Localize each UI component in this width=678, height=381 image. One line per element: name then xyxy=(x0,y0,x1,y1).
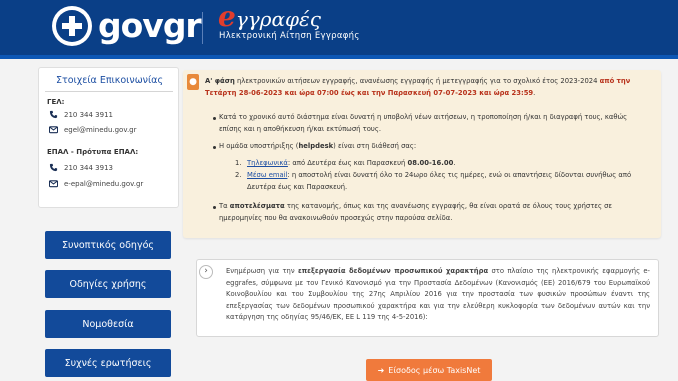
faq-button[interactable]: Συχνές ερωτήσεις xyxy=(45,349,171,377)
announcement-bullet-helpdesk: Η ομάδα υποστήριξης (helpdesk) είναι στη… xyxy=(219,142,417,150)
taxisnet-login-button[interactable]: ➜ Είσοδος μέσω TaxisNet xyxy=(366,359,492,381)
list-number: 2. xyxy=(235,171,242,179)
bullet-dot xyxy=(213,206,216,209)
email-icon xyxy=(49,180,58,188)
email-support-link[interactable]: Μέσω email xyxy=(247,171,287,179)
email-icon xyxy=(49,126,58,134)
announcement-bullet-edit: Κατά το χρονικό αυτό διάστημα είναι δυνα… xyxy=(219,113,628,133)
user-instructions-button[interactable]: Οδηγίες χρήσης xyxy=(45,270,171,298)
gel-phone: 210 344 3911 xyxy=(49,110,113,119)
announcement-intro: Α' φάση ηλεκτρονικών αιτήσεων εγγραφής, … xyxy=(205,77,631,97)
logo-separator xyxy=(202,12,203,44)
phone-support-link[interactable]: Τηλεφωνικά xyxy=(247,159,288,167)
sign-in-icon: ➜ xyxy=(377,365,385,375)
list-number: 1. xyxy=(235,159,242,167)
announcement-box: ● Α' φάση ηλεκτρονικών αιτήσεων εγγραφής… xyxy=(183,70,661,238)
phone-icon xyxy=(49,110,58,119)
phone-icon xyxy=(49,163,58,172)
epal-phone: 210 344 3913 xyxy=(49,163,113,172)
epal-label: ΕΠΑΛ - Πρότυπα ΕΠΑΛ: xyxy=(47,148,139,156)
eggrafes-subtitle: Ηλεκτρονική Αίτηση Εγγραφής xyxy=(219,31,360,41)
divider xyxy=(45,91,173,92)
announcement-bullet-results: Τα αποτελέσματα της κατανομής, όπως και … xyxy=(219,202,613,222)
quick-guide-button[interactable]: Συνοπτικός οδηγός xyxy=(45,231,171,259)
gdpr-notice-text: Ενημέρωση για την επεξεργασία δεδομένων … xyxy=(226,267,651,321)
eggrafes-logo[interactable]: eγγραφές xyxy=(218,3,321,32)
header-accent-line xyxy=(0,55,678,59)
helpdesk-email-item: Μέσω email: η αποστολή είναι δυνατή όλο … xyxy=(247,171,632,191)
lightbulb-icon: ● xyxy=(187,74,199,90)
gel-email[interactable]: egel@minedu.gov.gr xyxy=(49,125,137,134)
govgr-logo[interactable]: govgr xyxy=(98,6,202,46)
contact-panel-title: Στοιχεία Επικοινωνίας xyxy=(55,75,164,86)
expand-button[interactable]: › xyxy=(199,265,213,279)
legislation-button[interactable]: Νομοθεσία xyxy=(45,310,171,338)
epal-email[interactable]: e-epal@minedu.gov.gr xyxy=(49,179,143,188)
contact-panel: Στοιχεία Επικοινωνίας ΓΕΛ: 210 344 3911 … xyxy=(38,67,179,208)
helpdesk-phone-item: Τηλεφωνικά: από Δευτέρα έως και Παρασκευ… xyxy=(247,159,456,167)
chevron-right-icon: › xyxy=(204,266,208,276)
gel-label: ΓΕΛ: xyxy=(47,98,65,106)
bullet-dot xyxy=(213,117,216,120)
greek-emblem-icon[interactable] xyxy=(52,6,92,46)
bullet-dot xyxy=(213,146,216,149)
